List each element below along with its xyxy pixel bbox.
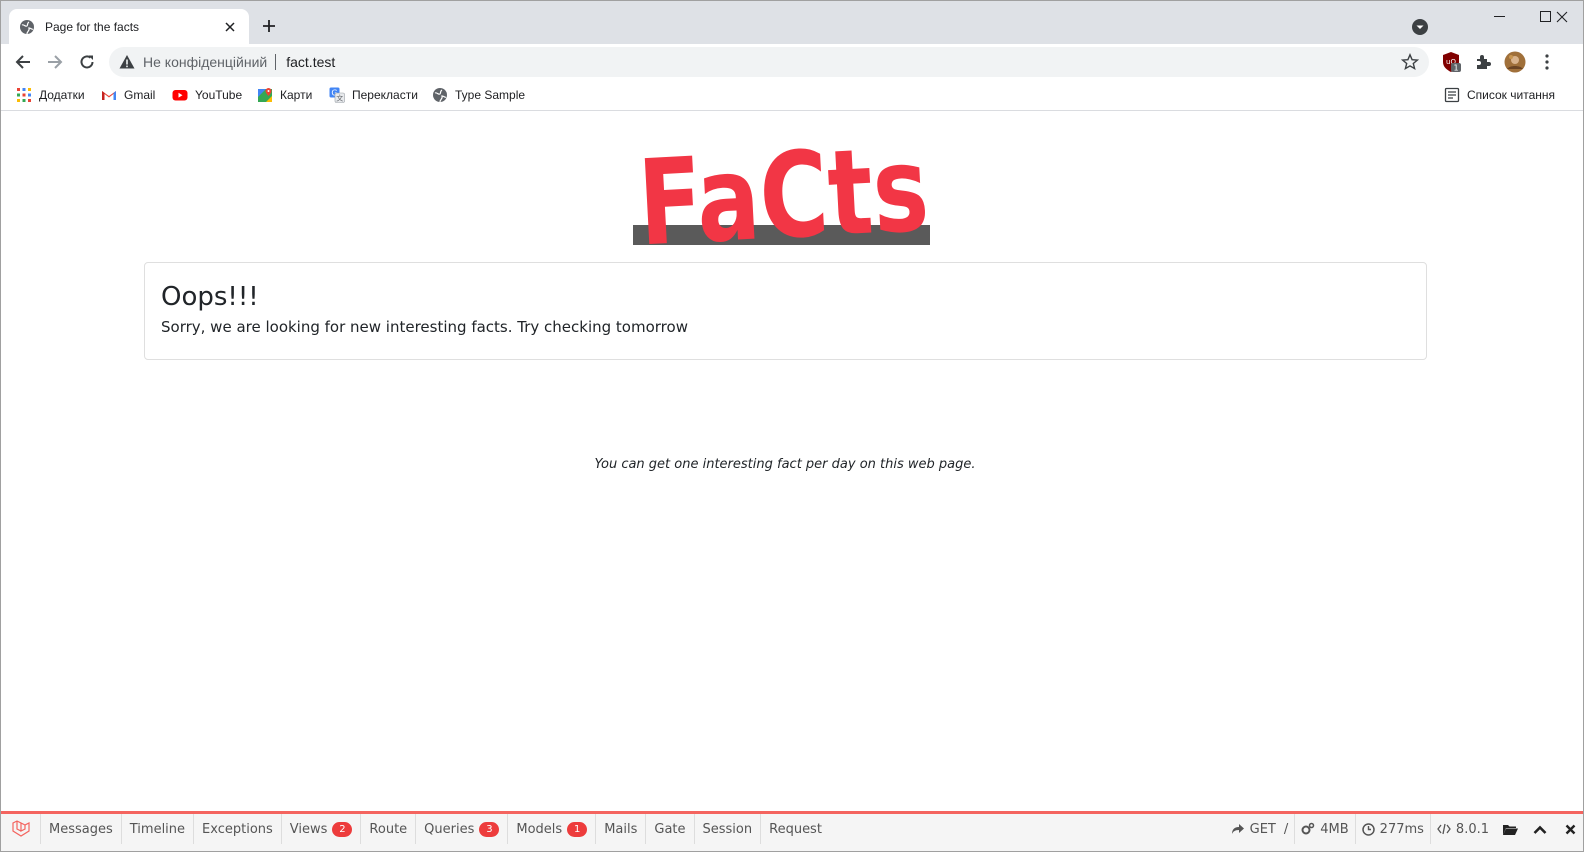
close-window-button[interactable]: [1539, 1, 1583, 33]
close-debugbar-icon[interactable]: [1555, 814, 1583, 844]
request-route: /: [1283, 821, 1289, 837]
globe-icon: [432, 87, 448, 103]
browser-menu-icon[interactable]: [1536, 51, 1558, 73]
security-status[interactable]: Не конфіденційний: [143, 54, 267, 70]
card-title: Oops!!!: [161, 282, 259, 312]
debugbar-tab-exceptions[interactable]: Exceptions: [194, 814, 282, 844]
version-indicator[interactable]: 8.0.1: [1429, 814, 1495, 844]
folder-open-icon[interactable]: [1495, 814, 1525, 844]
bookmarks-bar: Додатки Gmail YouTube Карти G文 Перекласт…: [1, 79, 1583, 111]
bookmark-translate[interactable]: G文 Перекласти: [329, 85, 418, 105]
debugbar-tabs: Messages Timeline Exceptions Views 2 Rout…: [1, 814, 830, 844]
address-separator: [275, 54, 277, 70]
bookmark-type-sample[interactable]: Type Sample: [432, 85, 525, 105]
logo-text: FaCts: [635, 129, 932, 247]
facts-logo: FaCts: [633, 119, 933, 272]
bookmark-label: YouTube: [195, 88, 243, 102]
browser-window: Page for the facts Не конфіденційний fac…: [0, 0, 1584, 852]
warning-icon[interactable]: [119, 54, 135, 70]
debugbar-tab-models[interactable]: Models 1: [508, 814, 597, 844]
browser-tab[interactable]: Page for the facts: [9, 9, 249, 44]
debugbar-tab-route[interactable]: Route: [361, 814, 417, 844]
chevron-up-icon[interactable]: [1525, 814, 1555, 844]
message-card: Oops!!! Sorry, we are looking for new in…: [144, 262, 1427, 360]
share-arrow-icon: [1231, 824, 1244, 834]
reading-list-button[interactable]: Список читання: [1444, 85, 1555, 105]
reading-list-icon: [1444, 87, 1460, 103]
cogs-icon: [1301, 822, 1315, 835]
debugbar-tab-timeline[interactable]: Timeline: [122, 814, 195, 844]
debugbar-tab-views[interactable]: Views 2: [282, 814, 362, 844]
extensions-puzzle-icon[interactable]: [1472, 51, 1494, 73]
bookmark-youtube[interactable]: YouTube: [172, 85, 242, 105]
bookmark-gmail[interactable]: Gmail: [101, 85, 155, 105]
forward-button[interactable]: [42, 49, 68, 75]
close-tab-icon[interactable]: [221, 18, 239, 36]
url-text[interactable]: fact.test: [286, 54, 335, 70]
ublock-extension-icon[interactable]: uO 1: [1440, 51, 1462, 73]
queries-count-badge: 3: [479, 821, 500, 837]
card-message: Sorry, we are looking for new interestin…: [161, 318, 688, 336]
request-method-indicator[interactable]: GET /: [1225, 814, 1295, 844]
debugbar-tab-request[interactable]: Request: [761, 814, 830, 844]
extension-badge: 1: [1453, 64, 1458, 73]
reading-list-label: Список читання: [1467, 88, 1556, 102]
maps-icon: [257, 87, 273, 103]
reload-button[interactable]: [74, 49, 100, 75]
debugbar-tab-session[interactable]: Session: [695, 814, 762, 844]
bookmark-label: Перекласти: [352, 88, 418, 102]
bookmark-label: Type Sample: [455, 88, 526, 102]
footer-note: You can get one interesting fact per day…: [594, 457, 976, 472]
debugbar-tab-gate[interactable]: Gate: [646, 814, 695, 844]
apps-grid-icon: [16, 87, 32, 103]
bookmark-star-icon[interactable]: [1400, 53, 1420, 71]
browser-toolbar: Не конфіденційний fact.test uO 1: [1, 44, 1583, 79]
profile-avatar[interactable]: [1504, 51, 1526, 73]
gmail-icon: [101, 87, 117, 103]
code-icon: [1437, 823, 1451, 835]
bookmark-label: Карти: [280, 88, 313, 102]
minimize-button[interactable]: [1477, 1, 1523, 33]
bookmark-label: Gmail: [124, 88, 156, 102]
clock-icon: [1361, 822, 1375, 836]
translate-icon: G文: [329, 87, 345, 103]
tab-title: Page for the facts: [45, 19, 140, 34]
back-button[interactable]: [10, 49, 36, 75]
time-indicator[interactable]: 277ms: [1354, 814, 1430, 844]
debugbar: Messages Timeline Exceptions Views 2 Rout…: [1, 811, 1583, 851]
globe-icon: [19, 19, 35, 35]
laravel-logo-icon[interactable]: [1, 814, 41, 844]
debugbar-tab-queries[interactable]: Queries 3: [416, 814, 509, 844]
tab-search-icon[interactable]: [1411, 18, 1429, 36]
models-count-badge: 1: [567, 821, 588, 837]
page-viewport: FaCts Oops!!! Sorry, we are looking for …: [1, 112, 1583, 811]
bookmark-label: Додатки: [39, 88, 85, 102]
address-bar[interactable]: Не конфіденційний fact.test: [109, 47, 1429, 77]
debugbar-tab-messages[interactable]: Messages: [41, 814, 122, 844]
youtube-icon: [172, 87, 188, 103]
views-count-badge: 2: [332, 821, 353, 837]
debugbar-tab-mails[interactable]: Mails: [596, 814, 647, 844]
new-tab-button[interactable]: [259, 16, 279, 36]
bookmark-apps[interactable]: Додатки: [16, 85, 85, 105]
tab-strip: Page for the facts: [1, 1, 1583, 44]
bookmark-maps[interactable]: Карти: [257, 85, 312, 105]
svg-text:文: 文: [336, 94, 343, 103]
debugbar-indicators: GET / 4MB 277ms 8.0.1: [1225, 814, 1583, 844]
memory-indicator[interactable]: 4MB: [1294, 814, 1354, 844]
